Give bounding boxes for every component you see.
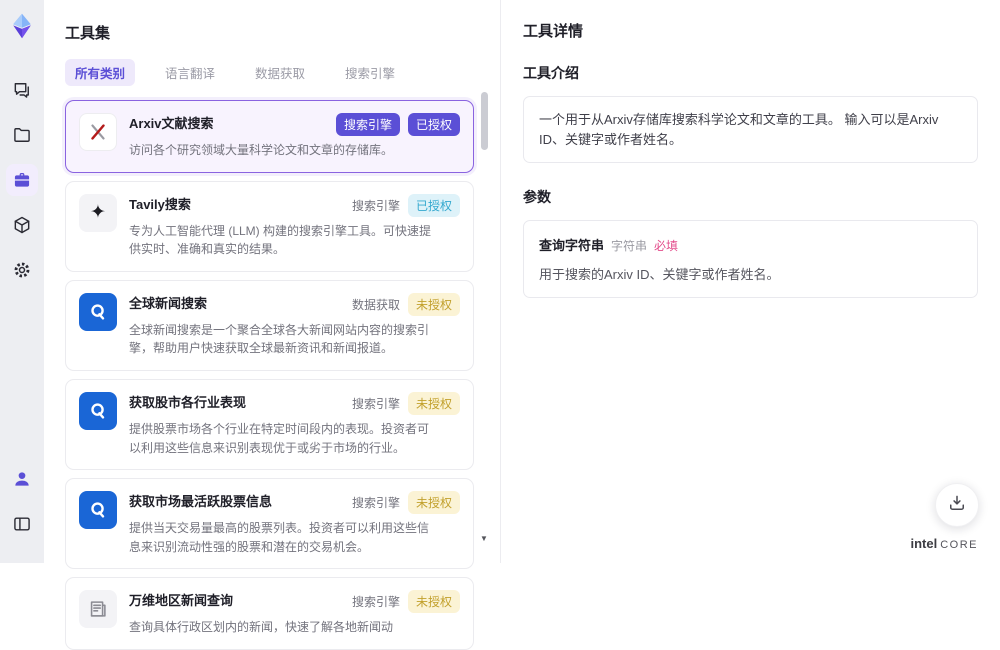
- tool-name: 全球新闻搜索: [129, 293, 207, 312]
- tool-name: 万维地区新闻查询: [129, 590, 233, 609]
- tab-搜索引擎[interactable]: 搜索引擎: [335, 59, 405, 86]
- search-blue-icon: [79, 491, 117, 529]
- tool-description: 访问各个研究领域大量科学论文和文章的存储库。: [129, 141, 460, 160]
- category-badge: 搜索引擎: [352, 194, 400, 217]
- tool-collection-panel: 工具集 所有类别语言翻译数据获取搜索引擎 Arxiv文献搜索 搜索引擎 已授权 …: [44, 0, 500, 563]
- chat-icon[interactable]: [6, 74, 38, 106]
- category-badge: 搜索引擎: [352, 491, 400, 514]
- tool-description: 查询具体行政区划内的新闻，快速了解各地新闻动: [129, 618, 460, 637]
- newspaper-icon: [79, 590, 117, 628]
- cube-icon[interactable]: [6, 209, 38, 241]
- tool-card[interactable]: 万维地区新闻查询 搜索引擎 未授权 查询具体行政区划内的新闻，快速了解各地新闻动: [65, 577, 474, 650]
- tool-name: Tavily搜索: [129, 194, 191, 213]
- tool-list: Arxiv文献搜索 搜索引擎 已授权 访问各个研究领域大量科学论文和文章的存储库…: [44, 100, 500, 650]
- scrollbar-thumb[interactable]: [481, 92, 488, 150]
- category-tabs: 所有类别语言翻译数据获取搜索引擎: [44, 43, 500, 100]
- brand-intel: intel: [910, 536, 937, 551]
- tool-description: 全球新闻搜索是一个聚合全球各大新闻网站内容的搜索引擎，帮助用户快速获取全球最新资…: [129, 321, 460, 358]
- tool-description: 提供当天交易量最高的股票列表。投资者可以利用这些信息来识别流动性强的股票和潜在的…: [129, 519, 460, 556]
- auth-status-badge: 已授权: [408, 113, 460, 136]
- tab-语言翻译[interactable]: 语言翻译: [155, 59, 225, 86]
- folder-icon[interactable]: [6, 119, 38, 151]
- param-header: 查询字符串字符串必填: [539, 235, 962, 255]
- download-button[interactable]: [935, 483, 979, 527]
- scroll-down-icon[interactable]: ▼: [480, 534, 488, 543]
- param-required-badge: 必填: [654, 239, 678, 253]
- tool-description: 提供股票市场各个行业在特定时间段内的表现。投资者可以利用这些信息来识别表现优于或…: [129, 420, 460, 457]
- tool-name: 获取股市各行业表现: [129, 392, 246, 411]
- detail-title: 工具详情: [523, 20, 978, 41]
- params-heading: 参数: [523, 187, 978, 207]
- tool-card[interactable]: ✦ Tavily搜索 搜索引擎 已授权 专为人工智能代理 (LLM) 构建的搜索…: [65, 181, 474, 272]
- tavily-icon: ✦: [79, 194, 117, 232]
- arxiv-icon: [79, 113, 117, 151]
- search-blue-icon: [79, 293, 117, 331]
- download-icon: [947, 493, 967, 518]
- intro-text: 一个用于从Arxiv存储库搜索科学论文和文章的工具。 输入可以是Arxiv ID…: [523, 96, 978, 163]
- brand-core: CORE: [940, 539, 978, 551]
- auth-status-badge: 已授权: [408, 194, 460, 217]
- tool-card[interactable]: 获取市场最活跃股票信息 搜索引擎 未授权 提供当天交易量最高的股票列表。投资者可…: [65, 478, 474, 569]
- tool-card[interactable]: 全球新闻搜索 数据获取 未授权 全球新闻搜索是一个聚合全球各大新闻网站内容的搜索…: [65, 280, 474, 371]
- tool-name: 获取市场最活跃股票信息: [129, 491, 272, 510]
- tool-description: 专为人工智能代理 (LLM) 构建的搜索引擎工具。可快速提供实时、准确和真实的结…: [129, 222, 460, 259]
- list-scrollbar[interactable]: ▼: [481, 88, 488, 557]
- param-name: 查询字符串: [539, 238, 604, 253]
- briefcase-icon[interactable]: [6, 164, 38, 196]
- tool-card[interactable]: Arxiv文献搜索 搜索引擎 已授权 访问各个研究领域大量科学论文和文章的存储库…: [65, 100, 474, 173]
- tab-所有类别[interactable]: 所有类别: [65, 59, 135, 86]
- param-type: 字符串: [611, 239, 647, 253]
- category-badge: 搜索引擎: [336, 113, 400, 136]
- tool-card[interactable]: 获取股市各行业表现 搜索引擎 未授权 提供股票市场各个行业在特定时间段内的表现。…: [65, 379, 474, 470]
- auth-status-badge: 未授权: [408, 590, 460, 613]
- intel-core-logo: intel CORE: [910, 536, 978, 551]
- panel-icon[interactable]: [6, 508, 38, 540]
- search-blue-icon: [79, 392, 117, 430]
- intro-heading: 工具介绍: [523, 63, 978, 83]
- auth-status-badge: 未授权: [408, 491, 460, 514]
- param-description: 用于搜索的Arxiv ID、关键字或作者姓名。: [539, 264, 962, 283]
- category-badge: 搜索引擎: [352, 590, 400, 613]
- auth-status-badge: 未授权: [408, 392, 460, 415]
- auth-status-badge: 未授权: [408, 293, 460, 316]
- category-badge: 搜索引擎: [352, 392, 400, 415]
- page-title: 工具集: [44, 0, 500, 43]
- gear-icon[interactable]: [6, 254, 38, 286]
- tool-name: Arxiv文献搜索: [129, 113, 214, 132]
- tool-detail-panel: 工具详情 工具介绍 一个用于从Arxiv存储库搜索科学论文和文章的工具。 输入可…: [500, 0, 1000, 563]
- app-rail: [0, 0, 44, 563]
- app-logo-icon: [8, 12, 36, 40]
- category-badge: 数据获取: [352, 293, 400, 316]
- person-icon[interactable]: [6, 463, 38, 495]
- param-card: 查询字符串字符串必填 用于搜索的Arxiv ID、关键字或作者姓名。: [523, 220, 978, 298]
- tab-数据获取[interactable]: 数据获取: [245, 59, 315, 86]
